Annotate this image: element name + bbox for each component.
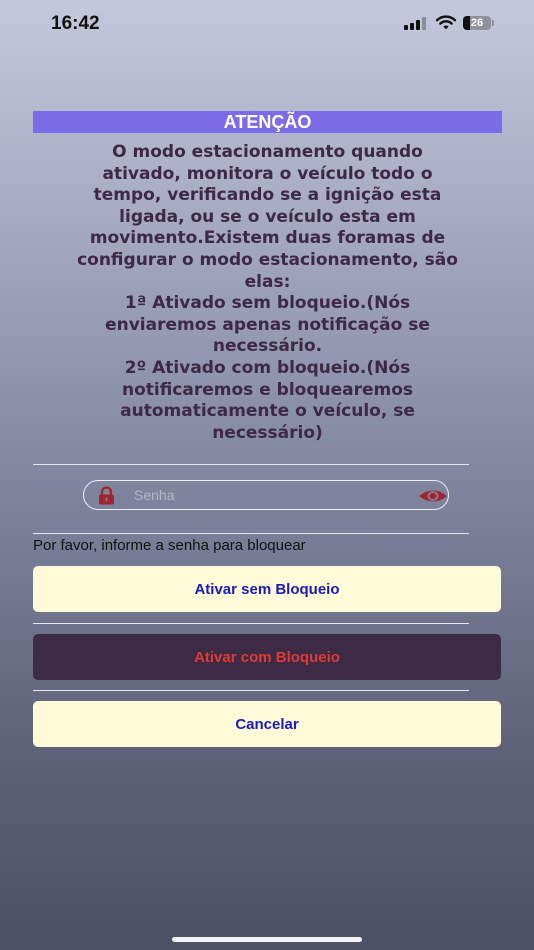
battery-level: 26: [470, 16, 484, 29]
message-line: notificaremos e bloquearemos: [121, 379, 414, 400]
message-line: movimento.Existem duas foramas de: [89, 228, 446, 249]
dialog-title: ATENÇÃO: [33, 111, 502, 133]
activate-without-lock-button[interactable]: Ativar sem Bloqueio: [33, 566, 501, 612]
wifi-icon: [436, 15, 456, 30]
password-field[interactable]: [83, 480, 449, 510]
message-line: elas:: [244, 271, 291, 292]
divider: [33, 533, 469, 534]
message-line: necessário): [212, 422, 323, 443]
status-bar: 16:42 26: [0, 0, 534, 48]
message-line: ligada, ou se o veículo esta em: [119, 206, 416, 227]
battery-fill: [463, 15, 471, 30]
message-line: automaticamente o veículo, se: [120, 401, 415, 422]
status-icons: 26: [404, 15, 494, 30]
battery-icon: 26: [463, 15, 494, 30]
message-line: 2º Ativado com bloqueio.(Nós: [124, 357, 411, 378]
password-input[interactable]: [134, 484, 404, 506]
eye-icon[interactable]: [418, 488, 448, 504]
cellular-signal-icon: [404, 16, 426, 30]
dialog-message: O modo estacionamento quando ativado, mo…: [30, 142, 505, 444]
message-line: necessário.: [212, 336, 323, 357]
lock-icon: [99, 486, 114, 505]
home-indicator[interactable]: [172, 937, 362, 942]
divider: [33, 623, 469, 624]
message-line: configurar o modo estacionamento, são: [77, 249, 458, 270]
cancel-button[interactable]: Cancelar: [33, 701, 501, 747]
message-line: 1ª Ativado sem bloqueio.(Nós: [124, 293, 411, 314]
status-time: 16:42: [51, 13, 100, 34]
password-instruction: Por favor, informe a senha para bloquear: [33, 537, 306, 554]
divider: [33, 464, 469, 465]
message-line: tempo, verificando se a ignição esta: [93, 185, 442, 206]
activate-with-lock-button[interactable]: Ativar com Bloqueio: [33, 634, 501, 680]
message-line: O modo estacionamento quando: [112, 142, 423, 162]
divider: [33, 690, 469, 691]
message-line: ativado, monitora o veículo todo o: [102, 163, 433, 184]
message-line: enviaremos apenas notificação se: [105, 314, 430, 335]
